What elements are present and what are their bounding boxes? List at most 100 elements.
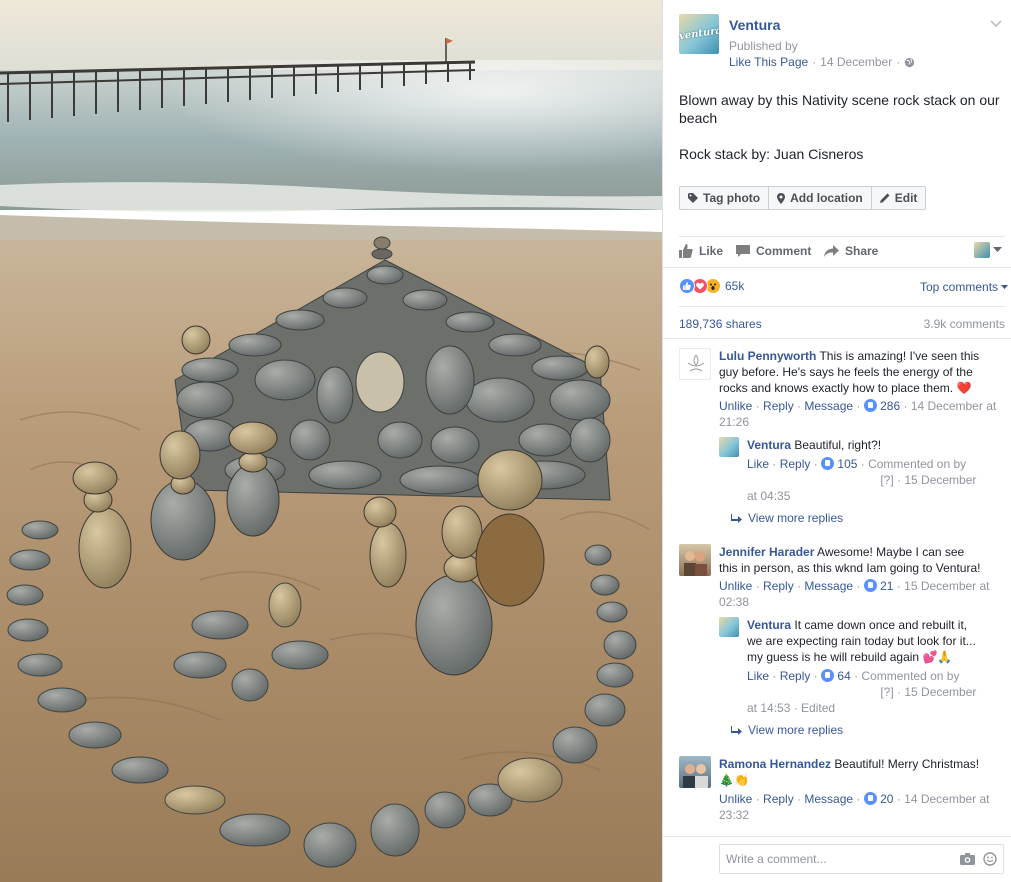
comment: Jennifer Harader Awesome! Maybe I can se… — [679, 544, 1005, 609]
emoji: 🎄👏 — [719, 773, 749, 787]
like-count-icon — [821, 669, 835, 682]
comment-text: Beautiful! Merry Christmas! — [834, 757, 980, 771]
like-count[interactable]: 286 — [880, 399, 900, 413]
reply-button[interactable]: Reply — [763, 579, 794, 593]
divider — [663, 836, 1011, 837]
commenter-name[interactable]: Ramona Hernandez — [719, 757, 831, 771]
reply-button[interactable]: Reply — [763, 792, 794, 806]
reply-time[interactable]: 15 December — [904, 473, 976, 487]
post-meta: Like This Page · 14 December · — [729, 55, 915, 69]
like-button[interactable]: Like — [679, 244, 723, 258]
reply-actions: Like · Reply · 64 · Commented on by [?] … — [747, 669, 977, 715]
reply-time-2: at 14:53 · Edited — [747, 701, 836, 715]
commenter-name[interactable]: Lulu Pennyworth — [719, 349, 816, 363]
caret-down-icon — [1001, 284, 1009, 289]
reply-actions: Like · Reply · 105 · Commented on by [?]… — [747, 457, 977, 503]
comment-sort-dropdown[interactable]: Top comments — [920, 280, 1009, 294]
reply-author[interactable]: Ventura — [747, 438, 791, 452]
comment-input[interactable] — [726, 852, 954, 866]
comment-count[interactable]: 3.9k comments — [924, 317, 1005, 331]
like-button[interactable]: Like — [747, 669, 769, 683]
commented-on-by: Commented on by — [868, 457, 967, 471]
page-avatar-logo: ventura — [679, 25, 719, 43]
reply-text: Beautiful, right?! — [794, 438, 882, 452]
reply-author[interactable]: Ventura — [747, 618, 791, 632]
page-avatar[interactable]: ventura — [679, 14, 719, 54]
post-date[interactable]: 14 December — [820, 55, 892, 69]
comment-time[interactable]: 14 December at — [904, 792, 989, 806]
like-count[interactable]: 105 — [837, 457, 857, 471]
ornament-avatar-icon — [687, 354, 705, 372]
like-button[interactable]: Like — [747, 457, 769, 471]
reply-button[interactable]: Reply — [763, 399, 794, 413]
emoji-smiley-icon[interactable] — [983, 852, 997, 866]
message-button[interactable]: Message — [804, 399, 853, 413]
caret-down-icon — [993, 247, 1002, 252]
add-location-button[interactable]: Add location — [769, 187, 872, 209]
chevron-down-icon[interactable] — [990, 20, 1002, 28]
hidden-author: [?] — [880, 685, 894, 699]
commenter-avatar[interactable] — [679, 348, 711, 380]
share-button[interactable]: Share — [824, 244, 878, 258]
comment-button[interactable]: Comment — [736, 244, 811, 258]
reply-button[interactable]: Reply — [780, 457, 811, 471]
comment-time[interactable]: 14 December — [911, 399, 983, 413]
like-count[interactable]: 64 — [837, 669, 850, 683]
page-avatar-small — [974, 242, 990, 258]
view-more-replies-link[interactable]: View more replies — [731, 511, 843, 525]
publisher-link[interactable]: Like This Page — [729, 55, 808, 69]
comment-time[interactable]: 15 December at — [904, 579, 989, 593]
reply-arrow-icon — [731, 725, 742, 735]
like-reaction-icon — [679, 278, 695, 294]
reply-time[interactable]: 15 December — [904, 685, 976, 699]
comment-actions: Unlike · Reply · Message · 21 · 15 Decem… — [719, 579, 990, 609]
reply-arrow-icon — [731, 513, 742, 523]
like-count[interactable]: 21 — [880, 579, 893, 593]
pencil-icon — [879, 193, 890, 203]
post-text: Blown away by this Nativity scene rock s… — [679, 92, 1000, 126]
reaction-count: 65k — [725, 279, 745, 293]
comment-composer — [719, 844, 1004, 874]
divider — [663, 338, 1011, 339]
speech-bubble-icon — [736, 244, 750, 257]
view-more-replies-link[interactable]: View more replies — [731, 723, 843, 737]
commenter-avatar[interactable] — [679, 544, 711, 576]
tag-photo-button[interactable]: Tag photo — [680, 187, 770, 209]
like-count-icon — [863, 579, 877, 592]
globe-icon — [905, 57, 915, 67]
like-count-icon — [863, 399, 877, 412]
divider — [663, 267, 1011, 268]
like-count-icon — [863, 792, 877, 805]
share-arrow-icon — [824, 245, 839, 257]
comment: Ramona Hernandez Beautiful! Merry Christ… — [679, 756, 1005, 822]
photo-actions-group: Tag photo Add location Edit — [679, 186, 927, 210]
commenter-name[interactable]: Jennifer Harader — [719, 545, 814, 559]
like-count-icon — [821, 457, 835, 470]
unlike-button[interactable]: Unlike — [719, 579, 752, 593]
comment-time-2: 02:38 — [719, 595, 750, 609]
commenter-avatar[interactable] — [679, 756, 711, 788]
message-button[interactable]: Message — [804, 579, 853, 593]
comment-time-2: 23:32 — [719, 808, 750, 822]
unlike-button[interactable]: Unlike — [719, 792, 752, 806]
reply-button[interactable]: Reply — [780, 669, 811, 683]
hidden-author: [?] — [880, 473, 894, 487]
unlike-button[interactable]: Unlike — [719, 399, 752, 413]
like-count[interactable]: 20 — [880, 792, 893, 806]
edit-button[interactable]: Edit — [872, 187, 926, 209]
divider — [679, 306, 1005, 307]
camera-icon[interactable] — [960, 853, 975, 865]
post-photo[interactable] — [0, 0, 662, 882]
reply-time-2: at 04:35 — [747, 489, 791, 503]
shares-link[interactable]: 189,736 shares — [679, 317, 762, 331]
page-name-link[interactable]: Ventura — [729, 17, 780, 33]
scroll-fade — [663, 826, 1011, 836]
comment-actions: Unlike · Reply · Message · 20 · 14 Decem… — [719, 792, 990, 822]
post-as-selector[interactable] — [974, 242, 1002, 258]
beach-rock-stack-image — [0, 0, 662, 882]
reply-avatar[interactable] — [719, 617, 739, 637]
reactions-summary[interactable]: 65k — [679, 278, 744, 294]
message-button[interactable]: Message — [804, 792, 853, 806]
reply-avatar[interactable] — [719, 437, 739, 457]
published-by-label: Published by — [729, 39, 798, 53]
